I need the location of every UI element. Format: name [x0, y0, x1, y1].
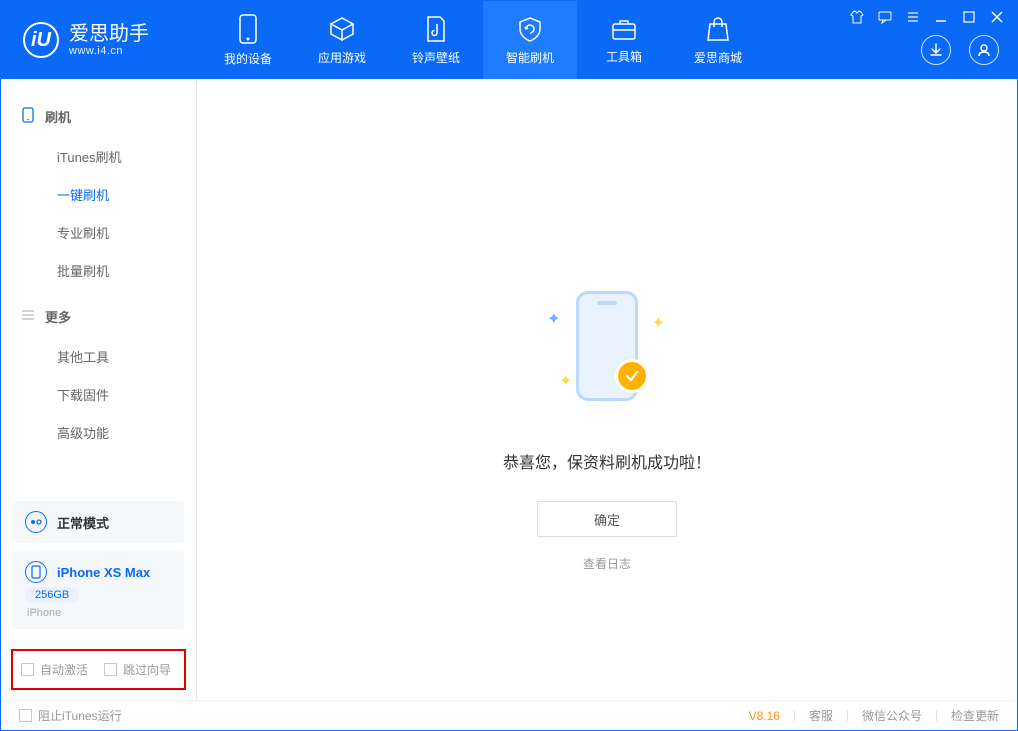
brand-title: 爱思助手 [69, 23, 149, 45]
brand: iU 爱思助手 www.i4.cn [1, 22, 201, 58]
cube-icon [328, 15, 356, 43]
skin-icon[interactable] [849, 9, 865, 25]
main-content: ✦ ✦ ✦ 恭喜您，保资料刷机成功啦！ 确定 查看日志 [197, 79, 1017, 700]
check-update-link[interactable]: 检查更新 [951, 707, 999, 724]
highlighted-options: 自动激活 跳过向导 [11, 649, 186, 690]
section-title: 刷机 [45, 107, 71, 126]
sidebar-item-label: 一键刷机 [57, 185, 109, 204]
refresh-shield-icon [516, 15, 544, 43]
checkbox-icon [104, 663, 117, 676]
toolbox-icon [610, 16, 638, 42]
sidebar-item-batch-flash[interactable]: 批量刷机 [1, 251, 196, 289]
sidebar-item-itunes-flash[interactable]: iTunes刷机 [1, 137, 196, 175]
sidebar-item-label: 下载固件 [57, 385, 109, 404]
app-window: iU 爱思助手 www.i4.cn 我的设备 应用游戏 铃声壁纸 智能刷机 [0, 0, 1018, 731]
checkbox-icon [19, 709, 32, 722]
tab-toolbox[interactable]: 工具箱 [577, 1, 671, 79]
download-button[interactable] [921, 35, 951, 65]
account-controls [921, 35, 999, 65]
phone-icon [237, 14, 259, 44]
tab-label: 爱思商城 [694, 49, 742, 66]
view-log-link[interactable]: 查看日志 [583, 555, 631, 572]
music-file-icon [424, 15, 448, 43]
separator [847, 710, 848, 722]
tab-smart-flash[interactable]: 智能刷机 [483, 1, 577, 79]
bag-icon [705, 15, 731, 43]
sidebar-item-label: 其他工具 [57, 347, 109, 366]
maximize-icon[interactable] [961, 9, 977, 25]
checkbox-label: 自动激活 [40, 663, 88, 677]
sidebar-item-other-tools[interactable]: 其他工具 [1, 337, 196, 375]
version-label: V8.16 [749, 709, 780, 723]
check-badge-icon [615, 359, 649, 393]
tab-ringtone-wallpaper[interactable]: 铃声壁纸 [389, 1, 483, 79]
success-message: 恭喜您，保资料刷机成功啦！ [503, 449, 711, 473]
sidebar-section-more: 更多 [1, 299, 196, 333]
sidebar-item-advanced[interactable]: 高级功能 [1, 413, 196, 451]
list-icon [21, 308, 35, 325]
tab-my-device[interactable]: 我的设备 [201, 1, 295, 79]
sidebar-item-label: 批量刷机 [57, 261, 109, 280]
device-phone-icon [25, 561, 47, 583]
support-link[interactable]: 客服 [809, 707, 833, 724]
section-title: 更多 [45, 307, 71, 326]
sparkle-icon: ✦ [559, 371, 572, 391]
sidebar-item-label: 高级功能 [57, 423, 109, 442]
tab-store[interactable]: 爱思商城 [671, 1, 765, 79]
sidebar-item-pro-flash[interactable]: 专业刷机 [1, 213, 196, 251]
device-type: iPhone [25, 607, 61, 619]
checkbox-label: 跳过向导 [123, 663, 171, 677]
brand-subtitle: www.i4.cn [69, 45, 149, 57]
device-name: iPhone XS Max [57, 565, 150, 580]
sidebar-section-flash: 刷机 [1, 99, 196, 133]
tab-label: 铃声壁纸 [412, 49, 460, 66]
tab-label: 智能刷机 [506, 49, 554, 66]
sidebar-item-download-firmware[interactable]: 下载固件 [1, 375, 196, 413]
sidebar-item-label: 专业刷机 [57, 223, 109, 242]
window-controls [849, 9, 1005, 25]
ok-button[interactable]: 确定 [537, 501, 677, 537]
tab-label: 工具箱 [606, 48, 642, 65]
skip-guide-checkbox[interactable]: 跳过向导 [104, 661, 171, 678]
storage-badge: 256GB [25, 587, 79, 603]
statusbar: 阻止iTunes运行 V8.16 客服 微信公众号 检查更新 [1, 700, 1017, 730]
logo-icon: iU [23, 22, 59, 58]
nav-tabs: 我的设备 应用游戏 铃声壁纸 智能刷机 工具箱 爱思商城 [201, 1, 765, 79]
device-icon [21, 107, 35, 126]
sidebar-item-onekey-flash[interactable]: 一键刷机 [1, 175, 196, 213]
close-icon[interactable] [989, 9, 1005, 25]
normal-mode-icon [25, 511, 47, 533]
tab-label: 应用游戏 [318, 49, 366, 66]
tab-apps-games[interactable]: 应用游戏 [295, 1, 389, 79]
separator [794, 710, 795, 722]
feedback-icon[interactable] [877, 9, 893, 25]
success-graphic: ✦ ✦ ✦ [537, 279, 677, 419]
sparkle-icon: ✦ [547, 309, 560, 329]
checkbox-icon [21, 663, 34, 676]
user-button[interactable] [969, 35, 999, 65]
sidebar: 刷机 iTunes刷机 一键刷机 专业刷机 批量刷机 更多 其他工具 下载固件 … [1, 79, 197, 700]
auto-activate-checkbox[interactable]: 自动激活 [21, 661, 88, 678]
sidebar-item-label: iTunes刷机 [57, 147, 122, 166]
tab-label: 我的设备 [224, 50, 272, 67]
checkbox-label: 阻止iTunes运行 [38, 709, 122, 723]
minimize-icon[interactable] [933, 9, 949, 25]
menu-icon[interactable] [905, 9, 921, 25]
mode-label: 正常模式 [57, 513, 109, 532]
separator [936, 710, 937, 722]
body: 刷机 iTunes刷机 一键刷机 专业刷机 批量刷机 更多 其他工具 下载固件 … [1, 79, 1017, 700]
mode-card[interactable]: 正常模式 [13, 501, 184, 543]
wechat-link[interactable]: 微信公众号 [862, 707, 922, 724]
sparkle-icon: ✦ [652, 313, 665, 333]
titlebar: iU 爱思助手 www.i4.cn 我的设备 应用游戏 铃声壁纸 智能刷机 [1, 1, 1017, 79]
device-card[interactable]: iPhone XS Max 256GB iPhone [13, 551, 184, 629]
block-itunes-checkbox[interactable]: 阻止iTunes运行 [19, 707, 122, 724]
